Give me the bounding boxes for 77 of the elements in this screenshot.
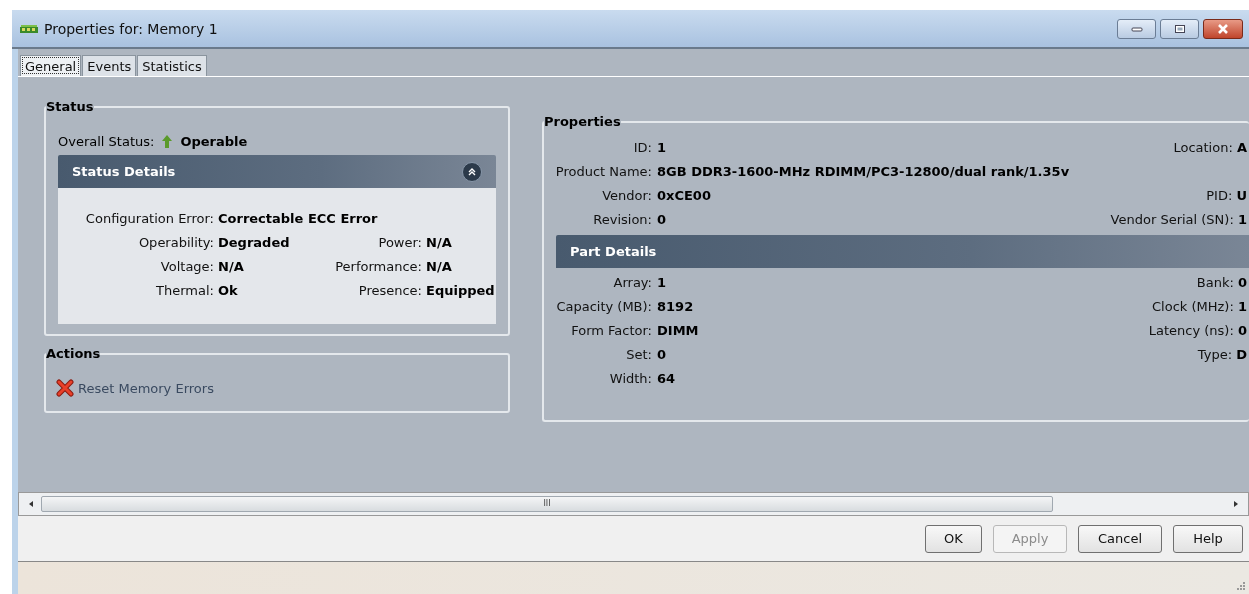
- minimize-button[interactable]: [1117, 18, 1156, 39]
- field-label: Type:: [1197, 347, 1233, 362]
- field-value: N/A: [426, 258, 453, 276]
- field-label: Array:: [612, 274, 652, 292]
- tab[interactable]: Statistics: [137, 55, 207, 76]
- x-mark-icon: [56, 379, 74, 397]
- field-label: Presence:: [357, 282, 422, 300]
- up-arrow-icon: [162, 135, 173, 148]
- field-value: Degraded: [218, 234, 291, 252]
- field-value: U: [1236, 188, 1247, 203]
- scrollbar-thumb[interactable]: III: [41, 496, 1053, 512]
- field-label: Location:: [1173, 140, 1233, 155]
- field-value: 64: [657, 370, 677, 388]
- field-value: 0: [1237, 275, 1247, 290]
- field-value: A: [1236, 140, 1247, 155]
- collapse-icon[interactable]: [462, 161, 482, 182]
- group-legend: Actions: [46, 346, 101, 361]
- field-label: Voltage:: [159, 258, 214, 276]
- field-label: Clock (MHz):: [1152, 299, 1234, 314]
- field-value: 1: [657, 139, 668, 157]
- field-label: Form Factor:: [570, 322, 652, 340]
- field-value: Operable: [180, 134, 248, 149]
- field-value: Ok: [218, 282, 239, 300]
- resize-grip-icon[interactable]: [1235, 580, 1245, 590]
- field-value: 0xCE00: [657, 187, 712, 205]
- maximize-icon: [1173, 23, 1186, 34]
- field-label: Vendor:: [601, 187, 652, 205]
- field-label: Overall Status:: [58, 134, 155, 149]
- field-label: Revision:: [592, 211, 652, 229]
- maximize-button[interactable]: [1160, 18, 1199, 39]
- field-value: DIMM: [657, 322, 699, 340]
- group-legend: Properties: [544, 114, 621, 129]
- field-label: Set:: [625, 346, 652, 364]
- field-value: 8192: [657, 298, 695, 316]
- close-icon: [1216, 23, 1230, 34]
- field-value: 1: [1237, 299, 1247, 314]
- field-value: 0: [1237, 323, 1247, 338]
- dialog-button[interactable]: Cancel: [1078, 524, 1162, 553]
- field-value: 1: [1237, 212, 1247, 227]
- minimize-icon: [1130, 25, 1143, 32]
- field-label: Latency (ns):: [1148, 323, 1234, 338]
- close-button[interactable]: [1203, 18, 1243, 39]
- section-title: Part Details: [570, 244, 657, 259]
- tab[interactable]: General: [20, 55, 82, 76]
- field-label: Capacity (MB):: [555, 298, 652, 316]
- field-label: Width:: [608, 370, 652, 388]
- field-value: 1: [657, 274, 668, 292]
- field-value: Correctable ECC Error: [218, 210, 378, 228]
- field-label: Vendor Serial (SN):: [1110, 212, 1234, 227]
- field-label: Power:: [377, 234, 422, 252]
- field-value: N/A: [426, 234, 453, 252]
- field-value: 0: [657, 211, 668, 229]
- field-label: Operability:: [137, 234, 214, 252]
- dialog-button[interactable]: OK: [925, 524, 982, 553]
- section-title: Status Details: [72, 164, 176, 179]
- field-label: Product Name:: [554, 163, 652, 181]
- tab[interactable]: Events: [82, 55, 137, 76]
- field-value: N/A: [218, 258, 245, 276]
- field-value: 0: [657, 346, 668, 364]
- horizontal-scrollbar[interactable]: III: [18, 492, 1249, 516]
- field-value: Equipped: [426, 282, 496, 300]
- field-label: PID:: [1206, 188, 1233, 203]
- right-arrow-icon[interactable]: [1232, 500, 1240, 508]
- dialog-button[interactable]: Help: [1173, 524, 1243, 553]
- left-arrow-icon[interactable]: [27, 500, 35, 508]
- field-label: Bank:: [1196, 275, 1234, 290]
- field-label: Thermal:: [155, 282, 214, 300]
- field-value: 8GB DDR3-1600-MHz RDIMM/PC3-12800/dual rank/1.35v: [657, 163, 1070, 181]
- field-label: Performance:: [334, 258, 422, 276]
- window-title: Properties for: Memory 1: [44, 20, 218, 37]
- field-value: D: [1236, 347, 1247, 362]
- field-label: ID:: [632, 139, 652, 157]
- memory-module-icon: [20, 23, 38, 34]
- reset-errors-link[interactable]: Reset Memory Errors: [78, 380, 214, 396]
- field-label: Configuration Error:: [84, 210, 214, 228]
- grip: III: [543, 500, 551, 508]
- group-legend: Status: [46, 99, 94, 114]
